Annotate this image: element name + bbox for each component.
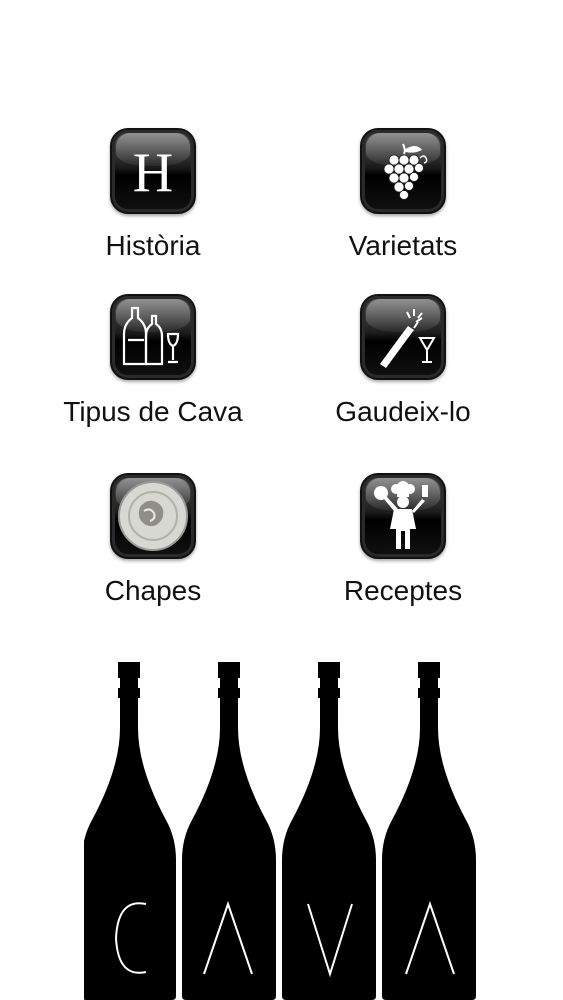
menu-item-historia[interactable]: H Història: [33, 128, 273, 262]
pouring-bottle-icon[interactable]: [360, 294, 446, 380]
menu-label-historia: Història: [105, 230, 201, 261]
svg-text:H: H: [133, 142, 173, 204]
menu-label-receptes: Receptes: [343, 575, 463, 606]
menu-label-chapes: Chapes: [104, 575, 202, 606]
letter-h-icon[interactable]: H: [110, 128, 196, 214]
cava-cap-icon[interactable]: [110, 473, 196, 559]
menu-item-tipus[interactable]: Tipus de Cava: [33, 294, 273, 428]
grapes-icon[interactable]: [360, 128, 446, 214]
menu-label-varietats: Varietats: [348, 230, 458, 261]
menu-item-chapes[interactable]: Chapes: [33, 473, 273, 607]
cava-bottles-logo: [84, 662, 476, 1000]
menu-item-receptes[interactable]: Receptes: [283, 473, 523, 607]
menu-label-gaudeix: Gaudeix-lo: [335, 396, 471, 427]
chef-icon[interactable]: [360, 473, 446, 559]
menu-item-varietats[interactable]: Varietats: [283, 128, 523, 262]
menu-item-gaudeix[interactable]: Gaudeix-lo: [283, 294, 523, 428]
menu-label-tipus: Tipus de Cava: [63, 396, 243, 427]
bottles-glasses-icon[interactable]: [110, 294, 196, 380]
